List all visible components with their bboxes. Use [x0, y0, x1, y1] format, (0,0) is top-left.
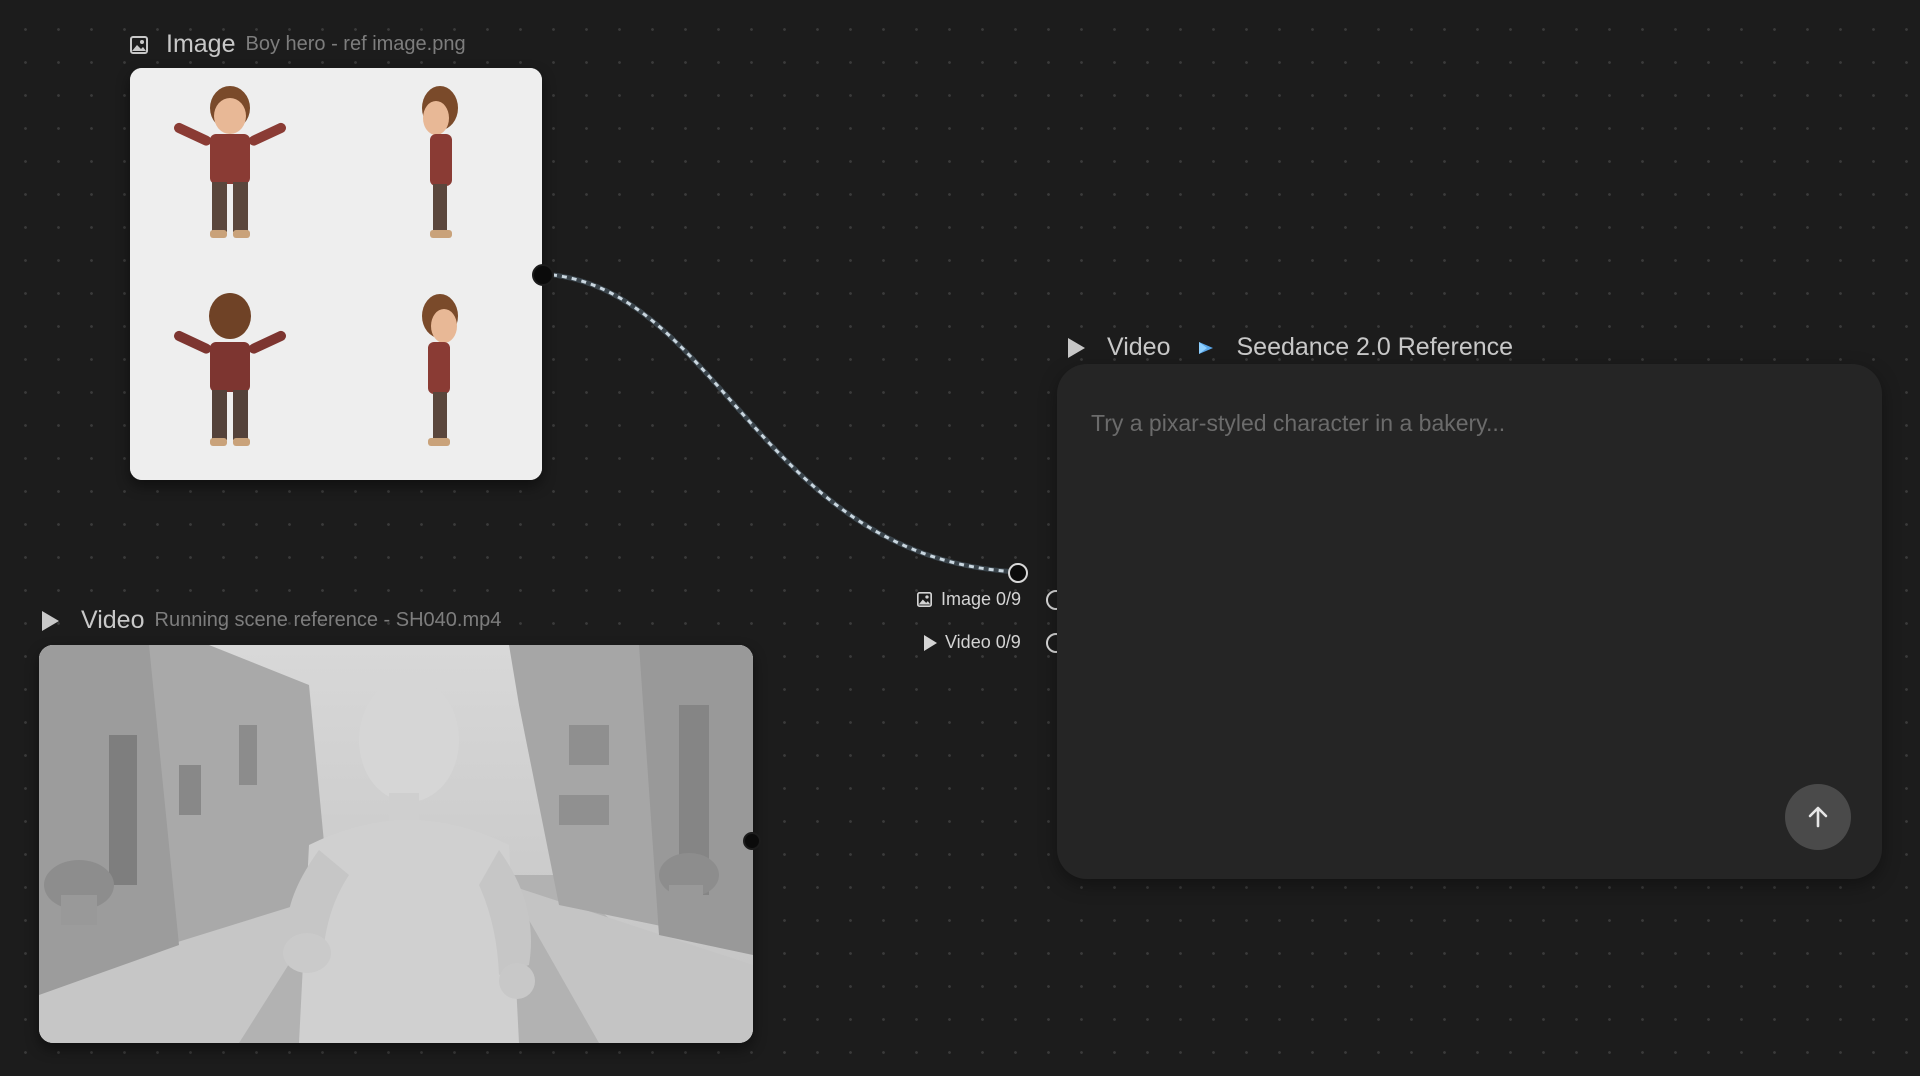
image-node-header[interactable]: Image Boy hero - ref image.png [130, 30, 466, 59]
video-input-row[interactable]: Video 0/9 [924, 632, 1021, 653]
generator-input-anchor[interactable] [1008, 563, 1028, 583]
image-node-filename: Boy hero - ref image.png [245, 33, 466, 55]
video-ref-node-preview[interactable] [39, 645, 753, 1043]
image-node-type: Image [166, 30, 236, 58]
send-button[interactable] [1785, 784, 1851, 850]
arrow-up-icon [1808, 806, 1828, 828]
running-scene-frame [39, 645, 753, 1043]
video-ref-node-header[interactable]: Video Running scene reference - SH040.mp… [40, 606, 501, 635]
play-icon [924, 634, 937, 651]
seedance-logo-icon [1198, 341, 1213, 354]
generator-node-panel [1057, 364, 1882, 879]
image-input-label: Image 0/9 [941, 589, 1022, 609]
node-canvas[interactable]: Image Boy hero - ref image.png Video Run… [0, 0, 1920, 1076]
generator-node-header[interactable]: Video Seedance 2.0 Reference [1064, 333, 1513, 362]
play-icon [42, 610, 59, 631]
image-input-row[interactable]: Image 0/9 [917, 589, 1021, 610]
video-ref-node-filename: Running scene reference - SH040.mp4 [154, 609, 502, 631]
generator-node-type: Video [1107, 333, 1171, 361]
image-node-output-port[interactable] [532, 264, 554, 286]
character-turnaround-image [130, 68, 542, 480]
play-icon [1068, 337, 1085, 358]
image-node-preview[interactable] [130, 68, 542, 480]
image-icon [130, 35, 148, 54]
prompt-input[interactable] [1089, 402, 1833, 444]
video-ref-node-type: Video [81, 606, 145, 634]
model-label: Seedance 2.0 Reference [1236, 333, 1514, 361]
video-input-label: Video 0/9 [945, 632, 1021, 652]
image-icon [917, 592, 932, 607]
video-ref-node-output-port[interactable] [743, 832, 761, 850]
